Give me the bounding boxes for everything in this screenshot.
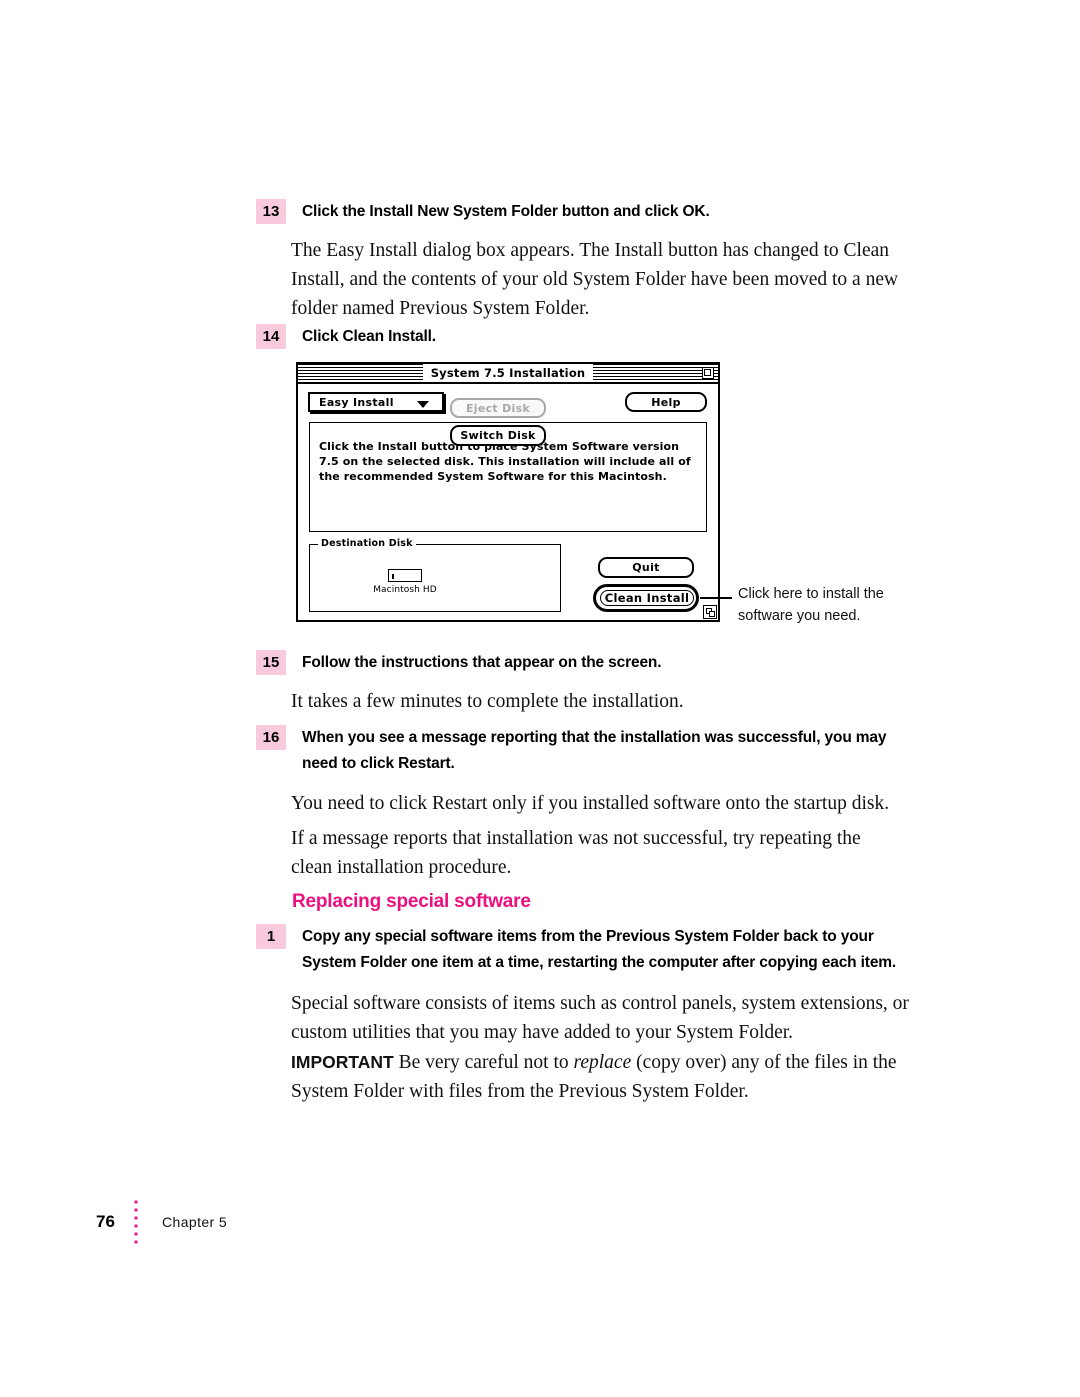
window-titlebar[interactable]: System 7.5 Installation bbox=[298, 364, 718, 384]
page-footer: 76 Chapter 5 bbox=[96, 1198, 227, 1246]
section-step-1: 1 Copy any special software items from t… bbox=[256, 924, 920, 976]
hard-disk-icon bbox=[388, 569, 422, 582]
step-title: Click the Install New System Folder butt… bbox=[302, 203, 710, 220]
step-16-body: You need to click Restart only if you in… bbox=[291, 793, 890, 814]
destination-disk[interactable]: Macintosh HD bbox=[362, 569, 448, 595]
step-13: 13 Click the Install New System Folder b… bbox=[256, 199, 916, 225]
footer-dotted-rule bbox=[134, 1198, 138, 1246]
window-content: Easy Install Help Click the Install butt… bbox=[298, 384, 718, 620]
section-step-1-body: Special software consists of items such … bbox=[291, 993, 909, 1043]
chapter-label: Chapter 5 bbox=[162, 1214, 228, 1230]
step-15-body: It takes a few minutes to complete the i… bbox=[291, 691, 684, 712]
page-number: 76 bbox=[96, 1212, 115, 1231]
step-title: Copy any special software items from the… bbox=[302, 928, 897, 971]
callout-leader-line bbox=[700, 597, 732, 599]
important-note: IMPORTANT Be very careful not to replace… bbox=[291, 1048, 903, 1106]
step-number-badge: 1 bbox=[256, 924, 286, 949]
install-mode-value: Easy Install bbox=[319, 395, 394, 409]
step-number-badge: 15 bbox=[256, 650, 286, 675]
step-14: 14 Click Clean Install. bbox=[256, 324, 916, 350]
manual-page: 13 Click the Install New System Folder b… bbox=[0, 0, 1080, 1397]
step-16: 16 When you see a message reporting that… bbox=[256, 725, 920, 777]
step-number-badge: 14 bbox=[256, 324, 286, 349]
window-title: System 7.5 Installation bbox=[422, 364, 594, 382]
step-title: When you see a message reporting that th… bbox=[302, 729, 887, 772]
install-mode-popup[interactable]: Easy Install bbox=[308, 392, 444, 412]
destination-disk-group: Destination Disk Macintosh HD bbox=[309, 538, 561, 612]
zoom-box-icon[interactable] bbox=[702, 367, 714, 379]
quit-button[interactable]: Quit bbox=[598, 557, 694, 578]
step-15: 15 Follow the instructions that appear o… bbox=[256, 650, 916, 676]
grow-box-icon[interactable] bbox=[703, 605, 717, 619]
important-text-italic: replace bbox=[573, 1052, 632, 1073]
callout-line-2: software you need. bbox=[738, 608, 861, 624]
step-13-body: The Easy Install dialog box appears. The… bbox=[291, 240, 899, 319]
system-installer-window[interactable]: System 7.5 Installation Easy Install Hel… bbox=[296, 362, 720, 622]
section-heading: Replacing special software bbox=[292, 891, 531, 912]
help-button[interactable]: Help bbox=[625, 392, 707, 412]
clean-install-default-ring: Clean Install bbox=[593, 584, 699, 612]
destination-disk-label: Destination Disk bbox=[318, 538, 416, 549]
eject-disk-button: Eject Disk bbox=[450, 398, 546, 418]
step-number-badge: 13 bbox=[256, 199, 286, 224]
chevron-down-icon bbox=[417, 401, 429, 408]
callout-text: Click here to install the software you n… bbox=[738, 583, 884, 627]
switch-disk-button[interactable]: Switch Disk bbox=[450, 425, 546, 446]
callout-line-1: Click here to install the bbox=[738, 586, 884, 602]
step-title: Click Clean Install. bbox=[302, 328, 436, 345]
clean-install-button[interactable]: Clean Install bbox=[600, 590, 694, 606]
step-16-body-2: If a message reports that installation w… bbox=[291, 828, 861, 878]
important-text-before: Be very careful not to bbox=[393, 1052, 574, 1073]
disk-name-label: Macintosh HD bbox=[373, 585, 437, 595]
step-title: Follow the instructions that appear on t… bbox=[302, 654, 662, 671]
important-label: IMPORTANT bbox=[291, 1052, 394, 1072]
step-number-badge: 16 bbox=[256, 725, 286, 750]
